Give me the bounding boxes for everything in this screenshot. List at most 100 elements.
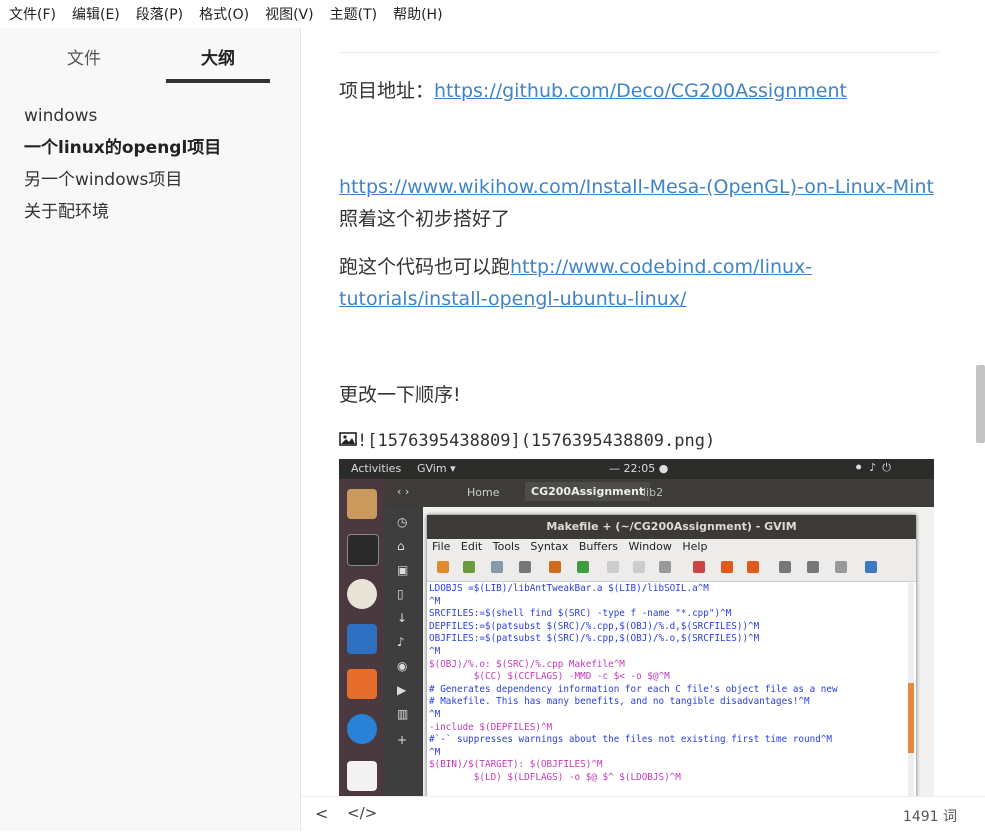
code-line: ^M — [429, 708, 441, 720]
outline-item-windows[interactable]: windows — [24, 100, 221, 132]
outline-item-another-windows[interactable]: 另一个windows项目 — [24, 164, 221, 196]
folder-crumb: CG200Assignment — [525, 482, 651, 501]
undo-icon — [549, 561, 561, 573]
code-line: $(BIN)/$(TARGET): $(OBJFILES)^M — [429, 759, 603, 771]
back-button[interactable]: < — [315, 804, 328, 823]
menu-file[interactable]: 文件(F) — [9, 4, 56, 24]
menu-view[interactable]: 视图(V) — [265, 4, 314, 24]
camera-icon: ◉ — [397, 659, 408, 673]
download-icon: ↓ — [397, 611, 408, 625]
status-icons: ⚫♪⏻ — [854, 461, 897, 474]
help-icon — [347, 714, 377, 744]
image-icon — [339, 425, 357, 457]
menu-edit[interactable]: 编辑(E) — [72, 4, 120, 24]
tab-files[interactable]: 文件 — [32, 44, 136, 79]
code-line: # Makefile. This has many benefits, and … — [429, 696, 810, 708]
gvim-titlebar: Makefile + (~/CG200Assignment) - GVIM — [427, 515, 916, 539]
recent-icon: ◷ — [397, 515, 408, 529]
wikihow-link[interactable]: https://www.wikihow.com/Install-Mesa-(Op… — [339, 176, 934, 198]
open-icon — [437, 561, 449, 573]
code-line: $(OBJ)/%.o: $(SRC)/%.cpp Makefile^M — [429, 658, 625, 670]
menubar: 文件(F) 编辑(E) 段落(P) 格式(O) 视图(V) 主题(T) 帮助(H… — [0, 0, 985, 28]
editor-scrollbar[interactable] — [976, 365, 985, 443]
folder-crumb-2: lib2 — [643, 486, 664, 499]
code-line: $(LD) $(LDFLAGS) -o $@ $^ $(LDOBJS)^M — [429, 771, 681, 783]
trash-icon: ▥ — [397, 707, 409, 721]
tab-outline[interactable]: 大纲 — [166, 44, 270, 83]
save-icon — [463, 561, 475, 573]
code-line: DEPFILES:=$(patsubst $(SRC)/%.cpp,$(OBJ)… — [429, 620, 760, 632]
embedded-screenshot[interactable]: Activities GVim ▾ — 22:05 ● ⚫♪⏻ ‹ › Home… — [339, 459, 934, 796]
home-icon: ⌂ — [397, 539, 405, 553]
menu-theme[interactable]: 主题(T) — [330, 4, 377, 24]
redo-icon — [577, 561, 589, 573]
terminal-icon — [347, 534, 379, 566]
codebind-link-cont[interactable]: tutorials/install-opengl-ubuntu-linux/ — [339, 288, 686, 310]
video-icon: ▶ — [397, 683, 407, 697]
cut-icon — [607, 561, 619, 573]
word-count[interactable]: 1491 词 — [903, 806, 957, 826]
prev-icon — [747, 561, 759, 573]
codebind-link[interactable]: http://www.codebind.com/linux- — [510, 256, 812, 278]
gvim-menu-tools: Tools — [492, 540, 520, 553]
github-link[interactable]: https://github.com/Deco/CG200Assignment — [434, 80, 847, 102]
code-line: #`-` suppresses warnings about the files… — [429, 734, 832, 746]
clock-label: — 22:05 ● — [609, 462, 669, 475]
paragraph-wikihow: https://www.wikihow.com/Install-Mesa-(Op… — [339, 171, 939, 203]
image-markup-text[interactable]: ![1576395438809](1576395438809.png) — [357, 431, 715, 451]
source-code-toggle[interactable]: </> — [347, 804, 377, 822]
code-line: ^M — [429, 595, 441, 607]
add-icon: + — [397, 733, 408, 747]
menu-paragraph[interactable]: 段落(P) — [136, 4, 183, 24]
paste-icon — [659, 561, 671, 573]
script-icon — [807, 561, 819, 573]
amazon-icon — [347, 761, 377, 791]
menu-help[interactable]: 帮助(H) — [393, 4, 442, 24]
project-address-label: 项目地址： — [339, 80, 435, 102]
saveall-icon — [491, 561, 503, 573]
folder-icon: ▣ — [397, 563, 409, 577]
status-footer: < </> 1491 词 — [301, 796, 985, 832]
music-icon: ♪ — [397, 635, 405, 649]
code-line: LDOBJS =$(LIB)/libAntTweakBar.a $(LIB)/l… — [429, 583, 709, 594]
print-icon — [519, 561, 531, 573]
outline-item-environment[interactable]: 关于配环境 — [24, 196, 221, 228]
menu-format[interactable]: 格式(O) — [199, 4, 249, 24]
back-icon: ‹ › — [397, 485, 410, 498]
session-icon — [779, 561, 791, 573]
dock — [339, 479, 385, 796]
copy-icon — [633, 561, 645, 573]
software-icon — [347, 669, 377, 699]
code-line: $(CC) $(CCFLAGS) -MMD -c $< -o $@^M — [429, 671, 670, 683]
gvim-code: LDOBJS =$(LIB)/libAntTweakBar.a $(LIB)/l… — [429, 583, 899, 796]
paragraph-setup-note: 照着这个初步搭好了 — [339, 208, 511, 230]
gvim-app-label: GVim ▾ — [417, 462, 456, 475]
gvim-menu-help: Help — [682, 540, 708, 553]
make-icon — [835, 561, 847, 573]
sidebar-tabs: 文件 大纲 — [0, 44, 300, 84]
sidebar: 文件 大纲 windows 一个linux的opengl项目 另一个window… — [0, 28, 301, 831]
code-line: SRCFILES:=$(shell find $(SRC) -type f -n… — [429, 608, 732, 620]
paragraph-reorder: 更改一下顺序! — [339, 384, 461, 406]
code-line: -include $(DEPFILES)^M — [429, 721, 553, 733]
ubuntu-topbar: Activities GVim ▾ — 22:05 ● ⚫♪⏻ — [339, 459, 934, 479]
files-toolbar: ‹ › Home CG200Assignment lib2 — [385, 479, 934, 507]
next-icon — [721, 561, 733, 573]
code-line: ^M — [429, 645, 441, 657]
home-crumb: Home — [467, 486, 500, 499]
gvim-toolbar — [427, 555, 916, 582]
code-line: ^M — [429, 746, 441, 758]
rhythmbox-icon — [347, 579, 377, 609]
gvim-menubar: File Edit Tools Syntax Buffers Window He… — [427, 539, 916, 555]
paragraph-codebind: 跑这个代码也可以跑http://www.codebind.com/linux-t… — [339, 251, 939, 315]
code-line: OBJFILES:=$(patsubst $(SRC)/%.cpp,$(OBJ)… — [429, 633, 760, 645]
tags-icon — [865, 561, 877, 573]
files-app-icon — [347, 489, 377, 519]
find-icon — [693, 561, 705, 573]
doc-icon: ▯ — [397, 587, 404, 601]
activities-label: Activities — [351, 462, 402, 475]
outline-item-linux-opengl[interactable]: 一个linux的opengl项目 — [24, 132, 221, 164]
editor-content[interactable]: Linux的opengl项目 项目地址：https://github.com/D… — [301, 0, 985, 796]
paragraph-project-address: 项目地址：https://github.com/Deco/CG200Assign… — [339, 75, 939, 107]
code-line: # Generates dependency information for e… — [429, 683, 838, 695]
